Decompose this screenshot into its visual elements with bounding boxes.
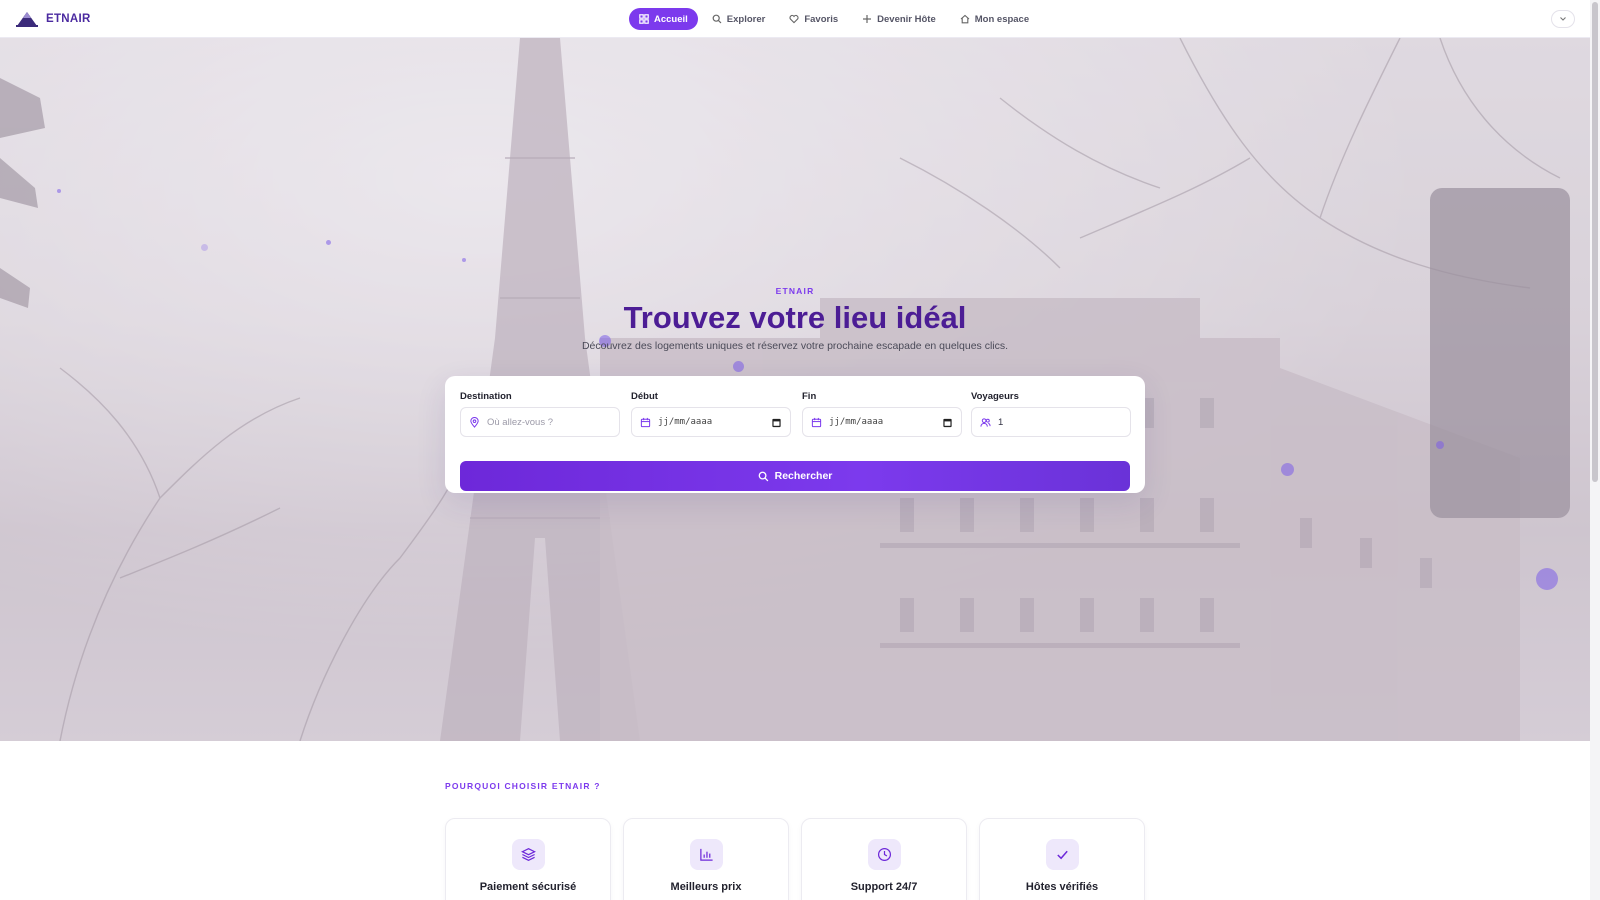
feature-icon-wrap bbox=[1046, 839, 1079, 870]
feature-title: Meilleurs prix bbox=[670, 881, 742, 893]
nav-mon-espace[interactable]: Mon espace bbox=[950, 8, 1039, 30]
brand-logo[interactable]: ETNAIR bbox=[16, 10, 91, 28]
calendar-picker-icon[interactable] bbox=[942, 417, 953, 428]
nav-label: Favoris bbox=[804, 13, 839, 25]
grid-icon bbox=[639, 14, 649, 24]
users-icon bbox=[980, 417, 991, 427]
nav-label: Explorer bbox=[726, 13, 766, 25]
location-pin-icon bbox=[470, 416, 479, 428]
home-icon bbox=[960, 14, 970, 24]
floating-dot bbox=[57, 189, 61, 193]
guests-input[interactable]: 1 bbox=[971, 407, 1131, 437]
feature-title: Paiement sécurisé bbox=[479, 881, 577, 893]
search-icon bbox=[712, 14, 722, 24]
floating-dot bbox=[1281, 463, 1294, 476]
hero-subtitle: Découvrez des logements uniques et réser… bbox=[581, 340, 1009, 352]
page-scrollbar[interactable] bbox=[1590, 0, 1600, 900]
top-navbar: ETNAIR Accueil Explorer Favoris Devenir … bbox=[0, 0, 1590, 38]
search-form: Destination Où allez-vous ? Début jj/mm/… bbox=[445, 376, 1145, 493]
floating-dot bbox=[326, 240, 331, 245]
end-date-input[interactable]: jj/mm/aaaa bbox=[802, 407, 962, 437]
plus-icon bbox=[863, 15, 872, 23]
hero-eyebrow: ETNAIR bbox=[775, 286, 815, 296]
chart-icon bbox=[700, 848, 713, 861]
main-nav: Accueil Explorer Favoris Devenir Hôte Mo… bbox=[629, 8, 1039, 30]
floating-dot bbox=[201, 244, 208, 251]
floating-dot bbox=[1536, 568, 1558, 590]
chevron-down-icon bbox=[1560, 17, 1566, 21]
end-date-value: jj/mm/aaaa bbox=[829, 417, 884, 427]
feature-title: Hôtes vérifiés bbox=[1025, 881, 1099, 893]
end-date-label: Fin bbox=[802, 391, 817, 402]
feature-icon-wrap bbox=[512, 839, 545, 870]
check-icon bbox=[1057, 850, 1068, 860]
account-menu-toggle[interactable] bbox=[1551, 10, 1575, 28]
guests-field: Voyageurs 1 bbox=[971, 391, 1131, 437]
floating-dot bbox=[1436, 441, 1444, 449]
end-date-field: Fin jj/mm/aaaa bbox=[802, 391, 962, 437]
feature-icon-wrap bbox=[868, 839, 901, 870]
feature-icon-wrap bbox=[690, 839, 723, 870]
search-button[interactable]: Rechercher bbox=[460, 461, 1130, 491]
clock-icon bbox=[877, 847, 892, 862]
nav-explorer[interactable]: Explorer bbox=[702, 8, 776, 30]
nav-label: Accueil bbox=[654, 13, 688, 25]
hero-title: Trouvez votre lieu idéal bbox=[623, 300, 967, 335]
destination-placeholder: Où allez-vous ? bbox=[487, 416, 554, 428]
mountain-logo-icon bbox=[16, 12, 38, 27]
start-date-value: jj/mm/aaaa bbox=[658, 417, 713, 427]
heart-icon bbox=[789, 14, 799, 24]
destination-input[interactable]: Où allez-vous ? bbox=[460, 407, 620, 437]
nav-devenir-hote[interactable]: Devenir Hôte bbox=[852, 8, 946, 30]
start-date-field: Début jj/mm/aaaa bbox=[631, 391, 791, 437]
floating-dot bbox=[733, 361, 744, 372]
calendar-picker-icon[interactable] bbox=[771, 417, 782, 428]
feature-title: Support 24/7 bbox=[850, 881, 918, 893]
feature-card: Meilleurs prix bbox=[623, 818, 789, 900]
destination-field: Destination Où allez-vous ? bbox=[460, 391, 620, 437]
start-date-label: Début bbox=[631, 391, 658, 402]
guests-label: Voyageurs bbox=[971, 391, 1019, 402]
feature-card: Paiement sécurisé bbox=[445, 818, 611, 900]
calendar-icon bbox=[640, 417, 651, 427]
nav-accueil[interactable]: Accueil bbox=[629, 8, 698, 30]
destination-label: Destination bbox=[460, 391, 512, 402]
guests-value: 1 bbox=[998, 416, 1004, 428]
floating-dot bbox=[462, 258, 466, 262]
scrollbar-thumb[interactable] bbox=[1592, 2, 1598, 482]
feature-card: Hôtes vérifiés bbox=[979, 818, 1145, 900]
features-eyebrow: POURQUOI CHOISIR ETNAIR ? bbox=[445, 781, 601, 791]
start-date-input[interactable]: jj/mm/aaaa bbox=[631, 407, 791, 437]
feature-card: Support 24/7 bbox=[801, 818, 967, 900]
search-button-label: Rechercher bbox=[774, 470, 833, 482]
layers-icon bbox=[521, 848, 536, 861]
nav-label: Mon espace bbox=[974, 13, 1030, 25]
nav-label: Devenir Hôte bbox=[877, 13, 936, 25]
brand-name: ETNAIR bbox=[46, 13, 91, 25]
search-icon bbox=[758, 471, 768, 481]
nav-favoris[interactable]: Favoris bbox=[779, 8, 848, 30]
calendar-icon bbox=[811, 417, 822, 427]
